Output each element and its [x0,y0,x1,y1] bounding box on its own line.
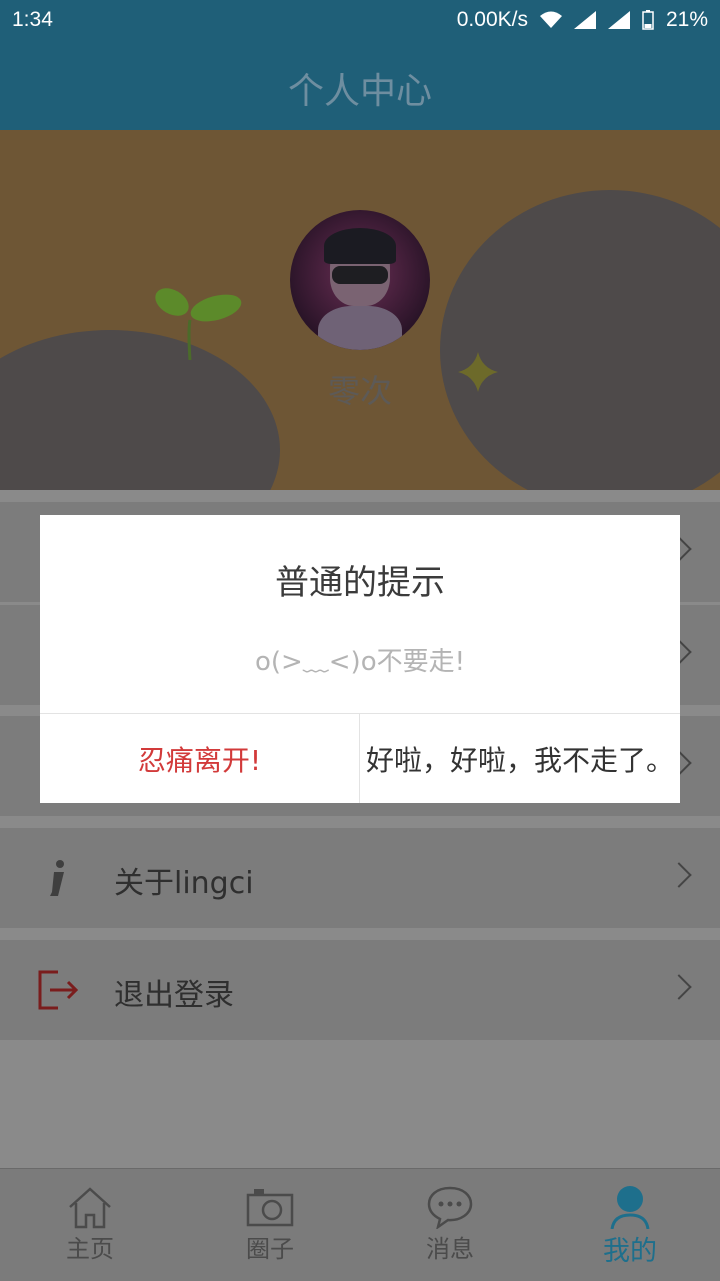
leave-button[interactable]: 忍痛离开! [40,714,359,803]
menu-item-label: 关于lingci [114,866,254,901]
dialog-message: o(>﹏<)o不要走! [254,647,466,677]
battery-level: 21% [665,8,708,31]
chevron-right-icon [666,974,692,1000]
network-speed: 0.00K/s [456,8,528,31]
person-icon [610,1186,650,1229]
tab-label: 圈子 [246,1235,294,1263]
dialog-title: 普通的提示 [275,563,445,603]
status-bar: 1:34 0.00K/s 21% [0,0,720,42]
avatar-mask [332,266,388,284]
status-time: 1:34 [12,8,53,31]
avatar[interactable] [290,210,430,350]
menu-item-logout[interactable]: 退出登录 [0,940,720,1040]
tab-circle[interactable]: 圈子 [180,1169,360,1281]
menu-item-about[interactable]: 关于lingci [0,828,720,928]
signal-icon [573,11,596,29]
cat-image-right [440,190,720,490]
wifi-icon [539,11,562,28]
info-icon [50,860,64,896]
confirm-dialog: 普通的提示 o(>﹏<)o不要走! 忍痛离开! 好啦，好啦，我不走了。 [40,515,680,803]
avatar-body [318,306,402,350]
tab-label: 我的 [603,1236,657,1267]
tab-label: 消息 [426,1235,474,1263]
signal-icon-2 [607,11,630,29]
status-right: 0.00K/s 21% [457,8,708,32]
menu-item-label: 退出登录 [114,978,234,1013]
username: 零次 [327,372,392,410]
tab-messages[interactable]: 消息 [360,1169,540,1281]
tab-home[interactable]: 主页 [0,1169,180,1281]
title-bar: 个人中心 [0,42,720,130]
home-icon [69,1187,111,1229]
logout-icon [38,970,79,1010]
battery-icon [642,10,654,30]
bottom-tab-bar: 主页 圈子 消息 我的 [0,1168,720,1281]
sprout-icon [155,288,242,360]
message-icon [427,1186,473,1229]
camera-icon [246,1189,294,1227]
tab-me[interactable]: 我的 [540,1169,720,1281]
page-title: 个人中心 [287,71,432,112]
avatar-hair [324,228,396,264]
chevron-right-icon [666,862,692,888]
stay-button[interactable]: 好啦，好啦，我不走了。 [360,714,680,803]
tab-label: 主页 [66,1235,114,1263]
profile-banner: 零次 [0,130,720,490]
